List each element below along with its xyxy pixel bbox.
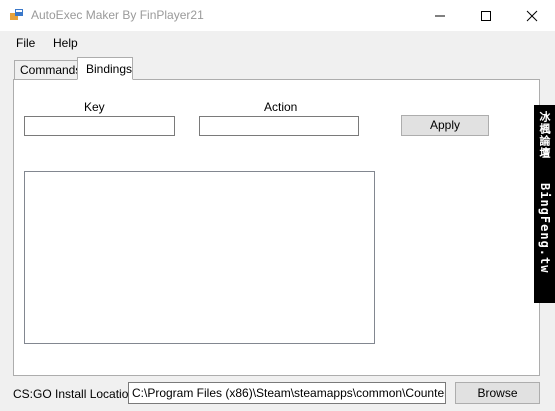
watermark-en-text: BingFeng.tw xyxy=(538,183,552,274)
install-location-label: CS:GO Install Location: xyxy=(13,387,139,401)
minimize-icon xyxy=(435,15,445,17)
key-input[interactable] xyxy=(24,116,175,136)
key-label: Key xyxy=(84,100,105,114)
maximize-icon xyxy=(481,11,491,21)
watermark-cn-text: 冰楓論壇 xyxy=(538,111,551,159)
menu-help[interactable]: Help xyxy=(53,36,78,50)
menu-file[interactable]: File xyxy=(16,36,35,50)
browse-button[interactable]: Browse xyxy=(455,382,540,404)
app-window: AutoExec Maker By FinPlayer21 File Help … xyxy=(0,0,555,411)
window-title: AutoExec Maker By FinPlayer21 xyxy=(31,8,204,22)
action-label: Action xyxy=(264,100,298,114)
apply-button[interactable]: Apply xyxy=(401,115,489,136)
close-button[interactable] xyxy=(509,0,555,31)
install-path-field[interactable]: C:\Program Files (x86)\Steam\steamapps\c… xyxy=(128,382,446,404)
bindings-list[interactable] xyxy=(24,171,375,344)
title-bar[interactable]: AutoExec Maker By FinPlayer21 xyxy=(0,0,555,31)
action-input[interactable] xyxy=(199,116,359,136)
tab-commands[interactable]: Commands xyxy=(14,60,81,79)
close-icon xyxy=(526,10,538,22)
minimize-button[interactable] xyxy=(417,0,463,31)
watermark-banner: 冰楓論壇 BingFeng.tw xyxy=(534,105,555,303)
app-icon xyxy=(10,9,23,20)
maximize-button[interactable] xyxy=(463,0,509,31)
menu-bar: File Help xyxy=(0,31,555,55)
tab-bindings[interactable]: Bindings xyxy=(77,57,133,80)
